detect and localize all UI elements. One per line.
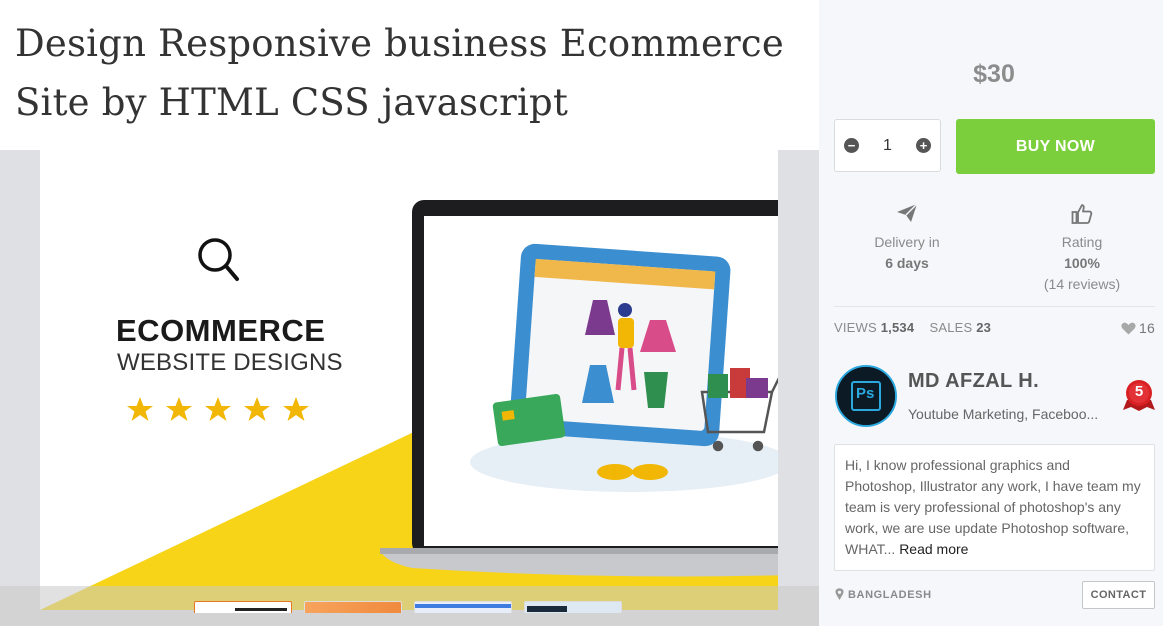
contact-button[interactable]: CONTACT	[1082, 581, 1155, 609]
rating-info: Rating 100% (14 reviews)	[1002, 203, 1162, 295]
rating-reviews: (14 reviews)	[1043, 276, 1121, 292]
thumbnail-strip	[0, 586, 819, 626]
gallery-thumbnail[interactable]	[304, 601, 402, 613]
delivery-info: Delivery in 6 days	[827, 203, 987, 274]
quantity-stepper: − +	[834, 119, 941, 172]
search-icon	[198, 238, 239, 281]
delivery-value: 6 days	[885, 255, 929, 271]
thumbs-up-icon	[1002, 203, 1162, 227]
location-pin-icon	[835, 588, 844, 600]
seller-location: BANGLADESH	[835, 588, 932, 601]
views-label: VIEWS	[834, 320, 877, 335]
star-icon	[283, 397, 309, 421]
seller-country: BANGLADESH	[848, 589, 932, 601]
increase-quantity-button[interactable]: +	[916, 138, 931, 153]
gig-main: Design Responsive business Ecommerce Sit…	[0, 0, 819, 626]
hero-subheadline: WEBSITE DESIGNS	[117, 349, 343, 376]
likes-count: 16	[1139, 320, 1155, 336]
star-rating-icons	[127, 397, 309, 421]
gallery-thumbnail[interactable]	[524, 601, 622, 613]
seller-bio: Hi, I know professional graphics and Pho…	[834, 444, 1155, 571]
heart-icon	[1121, 322, 1136, 335]
star-icon	[205, 397, 231, 421]
sales-value: 23	[976, 320, 992, 335]
gig-gallery[interactable]: ECOMMERCE WEBSITE DESIGNS	[0, 150, 819, 626]
divider	[834, 306, 1155, 307]
gig-title-line2: Site by HTML CSS javascript	[15, 81, 569, 124]
star-icon	[244, 397, 270, 421]
gig-stats: VIEWS 1,534 SALES 23 16	[834, 320, 1155, 336]
gallery-main-image[interactable]: ECOMMERCE WEBSITE DESIGNS	[40, 150, 778, 610]
views-value: 1,534	[880, 320, 915, 335]
read-more-link[interactable]: Read more	[899, 541, 968, 557]
rating-label: Rating	[1061, 234, 1103, 250]
seller-bio-text: Hi, I know professional graphics and Pho…	[845, 457, 1141, 557]
star-icon	[166, 397, 192, 421]
gig-title: Design Responsive business Ecommerce Sit…	[15, 14, 805, 132]
favorite-button[interactable]: 16	[1121, 320, 1155, 336]
gallery-thumbnail[interactable]	[194, 601, 292, 613]
gallery-thumbnail[interactable]	[414, 601, 512, 613]
avatar-text: Ps	[856, 385, 875, 402]
gig-title-line1: Design Responsive business Ecommerce	[15, 22, 784, 65]
decrease-quantity-button[interactable]: −	[844, 138, 859, 153]
seller-level-badge: 5	[1121, 378, 1157, 414]
gig-price: $30	[973, 60, 1015, 88]
star-icon	[127, 397, 153, 421]
paper-plane-icon	[827, 203, 987, 227]
seller-avatar[interactable]: Ps	[835, 365, 897, 427]
order-sidebar: $30 − + BUY NOW Delivery in 6 days Ratin…	[819, 0, 1163, 626]
quantity-input[interactable]	[870, 136, 905, 156]
seller-tagline: Youtube Marketing, Faceboo...	[908, 406, 1099, 422]
delivery-label: Delivery in	[874, 234, 940, 250]
sales-label: SALES	[929, 320, 973, 335]
seller-name[interactable]: MD AFZAL H.	[908, 370, 1039, 393]
seller-level: 5	[1134, 383, 1144, 400]
hero-headline: ECOMMERCE	[116, 313, 326, 348]
hero-illustration	[40, 200, 778, 610]
buy-now-button[interactable]: BUY NOW	[956, 119, 1155, 174]
laptop-illustration	[380, 200, 778, 577]
rating-value: 100%	[1064, 255, 1100, 271]
